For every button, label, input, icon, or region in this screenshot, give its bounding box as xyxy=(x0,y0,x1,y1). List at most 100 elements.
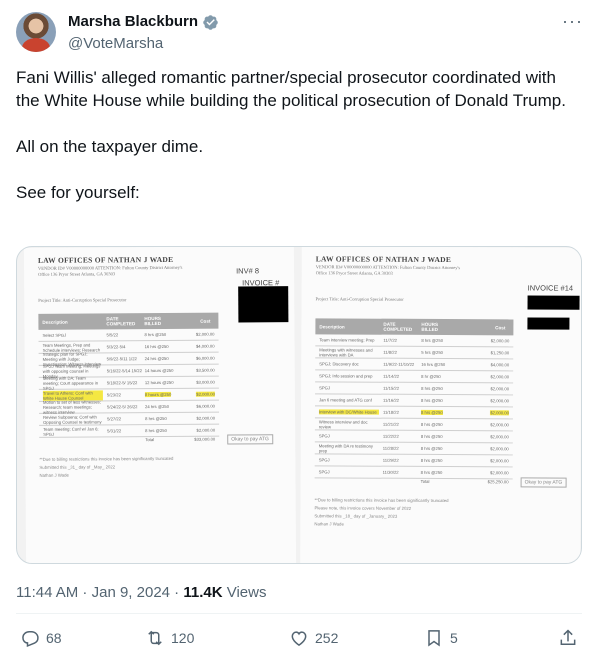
invoice-total-value: $25,250.00 xyxy=(487,479,509,485)
invoice-row: SPGJ 11/15/22 8 hrs @250 $2,000.00 xyxy=(315,382,514,396)
redaction-block xyxy=(527,295,580,310)
invoice-cell: Interview with DC/White House xyxy=(318,409,379,415)
okay-to-pay-box: Okay to pay ATG xyxy=(227,434,273,445)
display-name[interactable]: Marsha Blackburn xyxy=(68,12,198,32)
invoice-note: Nathan J Wade xyxy=(39,472,69,478)
invoice-cell: 11/15/22 xyxy=(383,385,400,391)
invoice-cell: Review Subpoena; Conf with Opposing Coun… xyxy=(43,413,102,425)
invoice-row: SPGJ 11/22/22 8 hrs @250 $2,000.00 xyxy=(314,430,513,444)
invoice-row: Team interview meeting; Prep 11/7/22 8 hrs… xyxy=(315,334,514,348)
retweet-count: 120 xyxy=(171,630,195,646)
invoice-cell: Meetings with witnesses and interviews w… xyxy=(319,346,373,358)
invoice-cell: 8 hrs @250 xyxy=(145,415,167,422)
reply-icon xyxy=(22,631,39,648)
more-options-icon[interactable]: ··· xyxy=(562,12,582,34)
invoice-cell: $3,500.00 xyxy=(196,367,215,373)
invoice-note: Nathan J Wade xyxy=(314,521,344,527)
invoice-cell: SPGJ xyxy=(318,469,330,475)
views-count: 11.4K xyxy=(183,584,223,601)
invoice-footer-notes: **Due to billing restrictions this invoi… xyxy=(314,496,448,529)
invoice-cell: 8 hrs @250 xyxy=(420,421,443,428)
doc-project: Project Title: Anti-Corruption Special P… xyxy=(315,296,404,302)
invoice-total-label: Total xyxy=(145,437,155,443)
invoice-row: Jan 6 meeting and ATG conf 11/16/22 8 hrs … xyxy=(314,394,514,408)
invoice-cell: 5/31/22 xyxy=(107,428,122,434)
invoice-header-cell: DATE COMPLETED xyxy=(106,316,136,327)
action-bar: 68 120 252 5 xyxy=(16,624,582,656)
invoice-cell: $2,000.00 xyxy=(490,338,510,344)
invoice-cell: SPGJ xyxy=(318,457,330,463)
invoice-cell: 5/18/22-5/ 15/22 xyxy=(106,380,138,386)
invoice-header-cell: Cost xyxy=(495,324,506,330)
invoice-table-header: Description DATE COMPLETED HOURS BILLED Cos… xyxy=(38,312,219,330)
invoice-cell: 8 hrs @250 xyxy=(144,331,167,338)
invoice-cell: $6,000.00 xyxy=(196,355,215,361)
doc-invoice-mark: INV# 8 xyxy=(236,266,260,276)
invoice-cell: 11/22/22 xyxy=(382,433,399,439)
meta-separator: · xyxy=(170,584,184,601)
invoice-cell: 8 hrs @250 xyxy=(420,457,443,464)
invoice-row: SPGJ 11/30/22 8 hrs @250 $2,000.00 xyxy=(314,466,513,480)
invoice-table-header: Description DATE COMPLETED HOURS BILLED Cos… xyxy=(315,318,514,336)
tweet-media-image[interactable]: LAW OFFICES OF NATHAN J WADE VENDOR ID# … xyxy=(16,246,582,564)
invoice-cell: 8 hrs @250 xyxy=(420,445,443,452)
invoice-total-row: Total $33,000.00 xyxy=(39,437,219,450)
invoice-row: Meetings with witnesses and interviews w… xyxy=(315,346,514,360)
invoice-cell: $2,000.00 xyxy=(490,410,509,416)
avatar[interactable] xyxy=(16,12,56,52)
handle[interactable]: @VoteMarsha xyxy=(68,34,219,54)
like-button[interactable]: 252 xyxy=(289,628,338,648)
invoice-cell: $2,000.00 xyxy=(490,434,509,440)
invoice-header-cell: DATE COMPLETED xyxy=(383,321,413,332)
invoice-cell: 5/3/22-5/4 xyxy=(106,344,126,350)
invoice-cell: 11/16/22 xyxy=(383,397,400,403)
invoice-cell: Jan 6 meeting and ATG conf xyxy=(319,397,372,403)
invoice-cell: 5 hrs @250 xyxy=(421,349,444,356)
invoice-cell: $2,000.00 xyxy=(489,470,509,476)
bookmark-icon xyxy=(428,630,440,647)
views-label: Views xyxy=(222,584,267,601)
invoice-cell: 11/14/22 xyxy=(383,373,400,379)
verified-badge-icon[interactable] xyxy=(202,14,219,31)
invoice-cell: 5/24/22-5/ 26/22 xyxy=(106,404,138,410)
invoice-cell: 8 hrs @250 xyxy=(421,337,444,344)
invoice-cell: $2,000.00 xyxy=(490,446,509,452)
reply-button[interactable]: 68 xyxy=(20,628,62,648)
invoice-cell: 16 hrs @250 xyxy=(144,343,169,350)
invoice-cell: Team interview meeting; Prep xyxy=(319,337,375,343)
invoice-cell: 5/5/22 xyxy=(106,332,119,338)
share-icon xyxy=(560,629,576,645)
invoice-cell: SPGJ; Discovery doc xyxy=(319,361,359,367)
divider xyxy=(16,613,582,614)
tweet-date[interactable]: Jan 9, 2024 xyxy=(92,584,170,601)
bookmark-count: 5 xyxy=(450,630,458,646)
invoice-row-highlighted: Interview with DC/White House 11/18/22 8 h… xyxy=(314,406,513,420)
tweet-text: Fani Willis' alleged romantic partner/sp… xyxy=(16,66,582,227)
retweet-button[interactable]: 120 xyxy=(145,628,194,648)
tweet-time[interactable]: 11:44 AM xyxy=(16,584,78,601)
invoice-header-cell: HOURS BILLED xyxy=(421,321,439,332)
redaction-block xyxy=(527,317,570,330)
invoice-cell: 11/21/22 xyxy=(382,421,399,427)
invoice-cell: 8 hrs @250 xyxy=(420,409,443,416)
invoice-cell: Team meeting; Conf w/ Jan 6; SPGJ xyxy=(43,425,99,437)
invoice-row: Witness interview and doc review 11/21/22… xyxy=(314,418,513,432)
tweet-paragraph: All on the taxpayer dime. xyxy=(16,137,204,156)
invoice-cell: $2,000.00 xyxy=(490,422,509,428)
invoice-cell: $2,000.00 xyxy=(195,331,215,337)
display-name-row[interactable]: Marsha Blackburn xyxy=(68,12,219,32)
reply-count: 68 xyxy=(46,630,62,646)
invoice-header-cell: HOURS BILLED xyxy=(144,315,162,327)
invoice-cell: 11/30/22 xyxy=(382,469,399,475)
bookmark-button[interactable]: 5 xyxy=(424,628,458,648)
invoice-cell: 24 hrs @250 xyxy=(144,403,170,410)
tweet: Marsha Blackburn @VoteMarsha ··· Fani Wi… xyxy=(0,0,598,665)
invoice-row: SPGJ 11/29/22 8 hrs @250 $2,000.00 xyxy=(314,454,513,468)
tweet-paragraph: See for yourself: xyxy=(16,183,140,202)
invoice-cell: 8 hrs @250 xyxy=(420,433,443,440)
doc-project: Project Title: Anti-Corruption Special P… xyxy=(38,297,127,303)
invoice-cell: 11/18/22 xyxy=(382,409,399,415)
invoice-cell: $2,000.00 xyxy=(196,415,216,421)
doc-meta: VENDOR ID# V00000000000 ATTENTION: Fulto… xyxy=(315,264,461,276)
share-button[interactable] xyxy=(558,628,578,648)
